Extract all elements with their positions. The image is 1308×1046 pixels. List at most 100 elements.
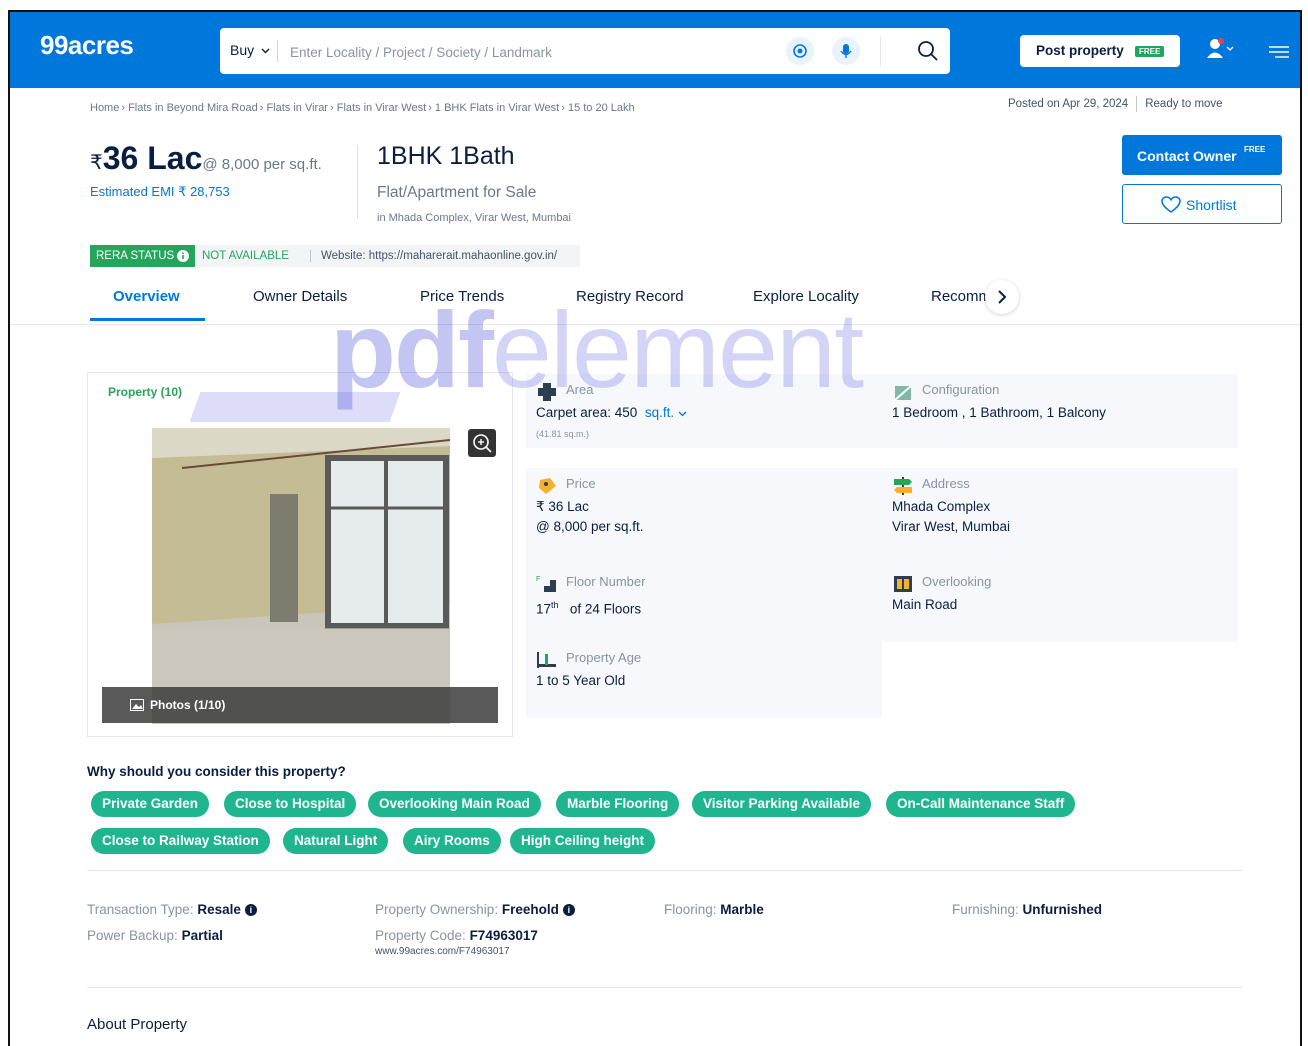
price-rate-text: @ 8,000 per sq.ft. — [536, 519, 644, 534]
address-line-2: Virar West, Mumbai — [892, 519, 1011, 534]
info-icon[interactable]: i — [244, 904, 257, 917]
rera-bar: RERA STATUS NOT AVAILABLE Website: https… — [90, 245, 580, 267]
tab-recommendations[interactable]: Recomm — [931, 288, 991, 305]
furnishing-value: Unfurnished — [1022, 902, 1103, 917]
tabs-next-button[interactable] — [985, 280, 1019, 314]
listing-location: in Mhada Complex, Virar West, Mumbai — [377, 212, 571, 224]
floor-stairs-icon: F — [536, 576, 556, 592]
location-target-icon — [793, 44, 807, 58]
posted-info: Posted on Apr 29, 2024 Ready to move — [1008, 96, 1223, 112]
divider — [87, 870, 1242, 871]
overlooking-value: Main Road — [892, 597, 958, 612]
property-age-value: 1 to 5 Year Old — [536, 673, 626, 688]
address-line-1: Mhada Complex — [892, 499, 991, 514]
divider — [880, 36, 881, 66]
buy-label: Buy — [230, 42, 255, 58]
detail-property-age: Property Age 1 to 5 Year Old — [526, 642, 882, 718]
divider — [87, 987, 1242, 988]
flooring-value: Marble — [720, 902, 764, 917]
posted-date: Posted on Apr 29, 2024 — [1008, 98, 1129, 111]
feature-chip: Visitor Parking Available — [692, 791, 872, 817]
shortlist-button[interactable]: Shortlist — [1122, 184, 1282, 224]
photos-counter-label: Photos (1/10) — [150, 698, 226, 712]
heart-icon — [1161, 196, 1181, 213]
price-tag-icon — [539, 478, 556, 494]
room-photo-illustration — [152, 428, 450, 724]
search-input[interactable] — [288, 38, 772, 66]
property-code: Property Code: F74963017 — [375, 928, 538, 943]
transaction-type-label: Transaction Type — [87, 902, 190, 917]
info-icon — [177, 249, 190, 262]
transaction-type-value: Resale — [197, 902, 241, 917]
voice-search-button[interactable] — [832, 37, 860, 65]
property-age-label: Property Age — [566, 650, 642, 665]
page-frame: 99acres Buy Post property FREE — [8, 10, 1302, 1046]
price-amount: 36 Lac — [102, 140, 203, 176]
address-value: Mhada Complex Virar West, Mumbai — [892, 497, 1010, 537]
feature-chip: Overlooking Main Road — [368, 791, 541, 817]
power-backup: Power Backup: Partial — [87, 928, 223, 943]
floor-suffix: th — [551, 600, 559, 610]
property-code-label: Property Code — [375, 928, 463, 943]
floor-number: 17 — [536, 601, 552, 617]
flooring-label: Flooring — [664, 902, 713, 917]
address-label: Address — [922, 476, 970, 491]
listing-subtitle: Flat/Apartment for Sale — [377, 184, 537, 201]
feature-chip: Natural Light — [283, 828, 389, 854]
property-ownership: Property Ownership: Freehold i — [375, 902, 575, 917]
breadcrumb-item[interactable]: Home — [90, 102, 119, 114]
price-value-text: ₹ 36 Lac — [536, 499, 589, 514]
property-code-url[interactable]: www.99acres.com/F74963017 — [375, 946, 510, 957]
feature-chip: On-Call Maintenance Staff — [886, 791, 1076, 817]
rera-status-value: NOT AVAILABLE — [202, 250, 289, 262]
signpost-icon — [894, 477, 912, 495]
buy-dropdown[interactable]: Buy — [230, 42, 270, 58]
about-property-heading: About Property — [87, 1016, 188, 1033]
emi-link[interactable]: Estimated EMI ₹ 28,753 — [90, 184, 230, 200]
overlooking-label: Overlooking — [922, 574, 992, 589]
watermark-element: element — [491, 289, 864, 410]
breadcrumb-item[interactable]: Flats in Virar — [266, 102, 328, 114]
breadcrumb-item[interactable]: Flats in Beyond Mira Road — [128, 102, 258, 114]
feature-chip: Close to Railway Station — [91, 828, 270, 854]
configuration-icon — [894, 385, 912, 401]
logo[interactable]: 99acres — [40, 30, 134, 61]
photo-gallery: Property (10) Photos (1/10) — [87, 372, 513, 737]
detail-price: Price ₹ 36 Lac @ 8,000 per sq.ft. — [526, 468, 882, 566]
breadcrumb-item[interactable]: Flats in Virar West — [337, 102, 426, 114]
post-property-button[interactable]: Post property FREE — [1020, 35, 1180, 67]
window-icon — [894, 576, 912, 592]
breadcrumb-item[interactable]: 15 to 20 Lakh — [568, 102, 635, 114]
info-icon[interactable]: i — [562, 904, 575, 917]
detail-floor: F Floor Number 17th of 24 Floors — [526, 566, 882, 642]
power-backup-label: Power Backup — [87, 928, 175, 943]
photos-counter-bar[interactable]: Photos (1/10) — [102, 687, 498, 723]
rera-status-tag[interactable]: RERA STATUS — [90, 245, 196, 267]
price-label: Price — [566, 476, 596, 491]
search-button[interactable] — [915, 38, 941, 64]
contact-owner-button[interactable]: Contact Owner FREE — [1122, 135, 1282, 175]
rera-website[interactable]: Website: https://maharerait.mahaonline.g… — [310, 250, 557, 262]
property-age-icon — [537, 652, 556, 668]
tab-overview[interactable]: Overview — [113, 288, 180, 305]
power-backup-value: Partial — [181, 928, 223, 943]
ownership-value: Freehold — [501, 902, 559, 917]
breadcrumb-item[interactable]: 1 BHK Flats in Virar West — [435, 102, 559, 114]
microphone-icon — [840, 44, 852, 58]
locate-me-button[interactable] — [786, 37, 814, 65]
user-menu-button[interactable] — [1206, 38, 1234, 62]
area-sqm: (41.81 sq.m.) — [536, 429, 590, 439]
property-photo[interactable] — [152, 428, 450, 724]
active-tab-indicator — [90, 318, 205, 321]
feature-chip: Close to Hospital — [224, 791, 357, 817]
watermark: pdfelement — [330, 287, 864, 412]
hamburger-menu-button[interactable] — [1268, 45, 1290, 59]
detail-address: Address Mhada Complex Virar West, Mumbai — [882, 468, 1238, 566]
possession-status: Ready to move — [1145, 98, 1223, 111]
zoom-button[interactable] — [468, 429, 496, 457]
top-navbar: 99acres Buy Post property FREE — [10, 12, 1300, 88]
floor-value: 17th of 24 Floors — [536, 595, 641, 620]
chevron-down-icon — [261, 48, 270, 54]
why-consider-heading: Why should you consider this property? — [87, 764, 346, 779]
flooring: Flooring: Marble — [664, 902, 764, 917]
